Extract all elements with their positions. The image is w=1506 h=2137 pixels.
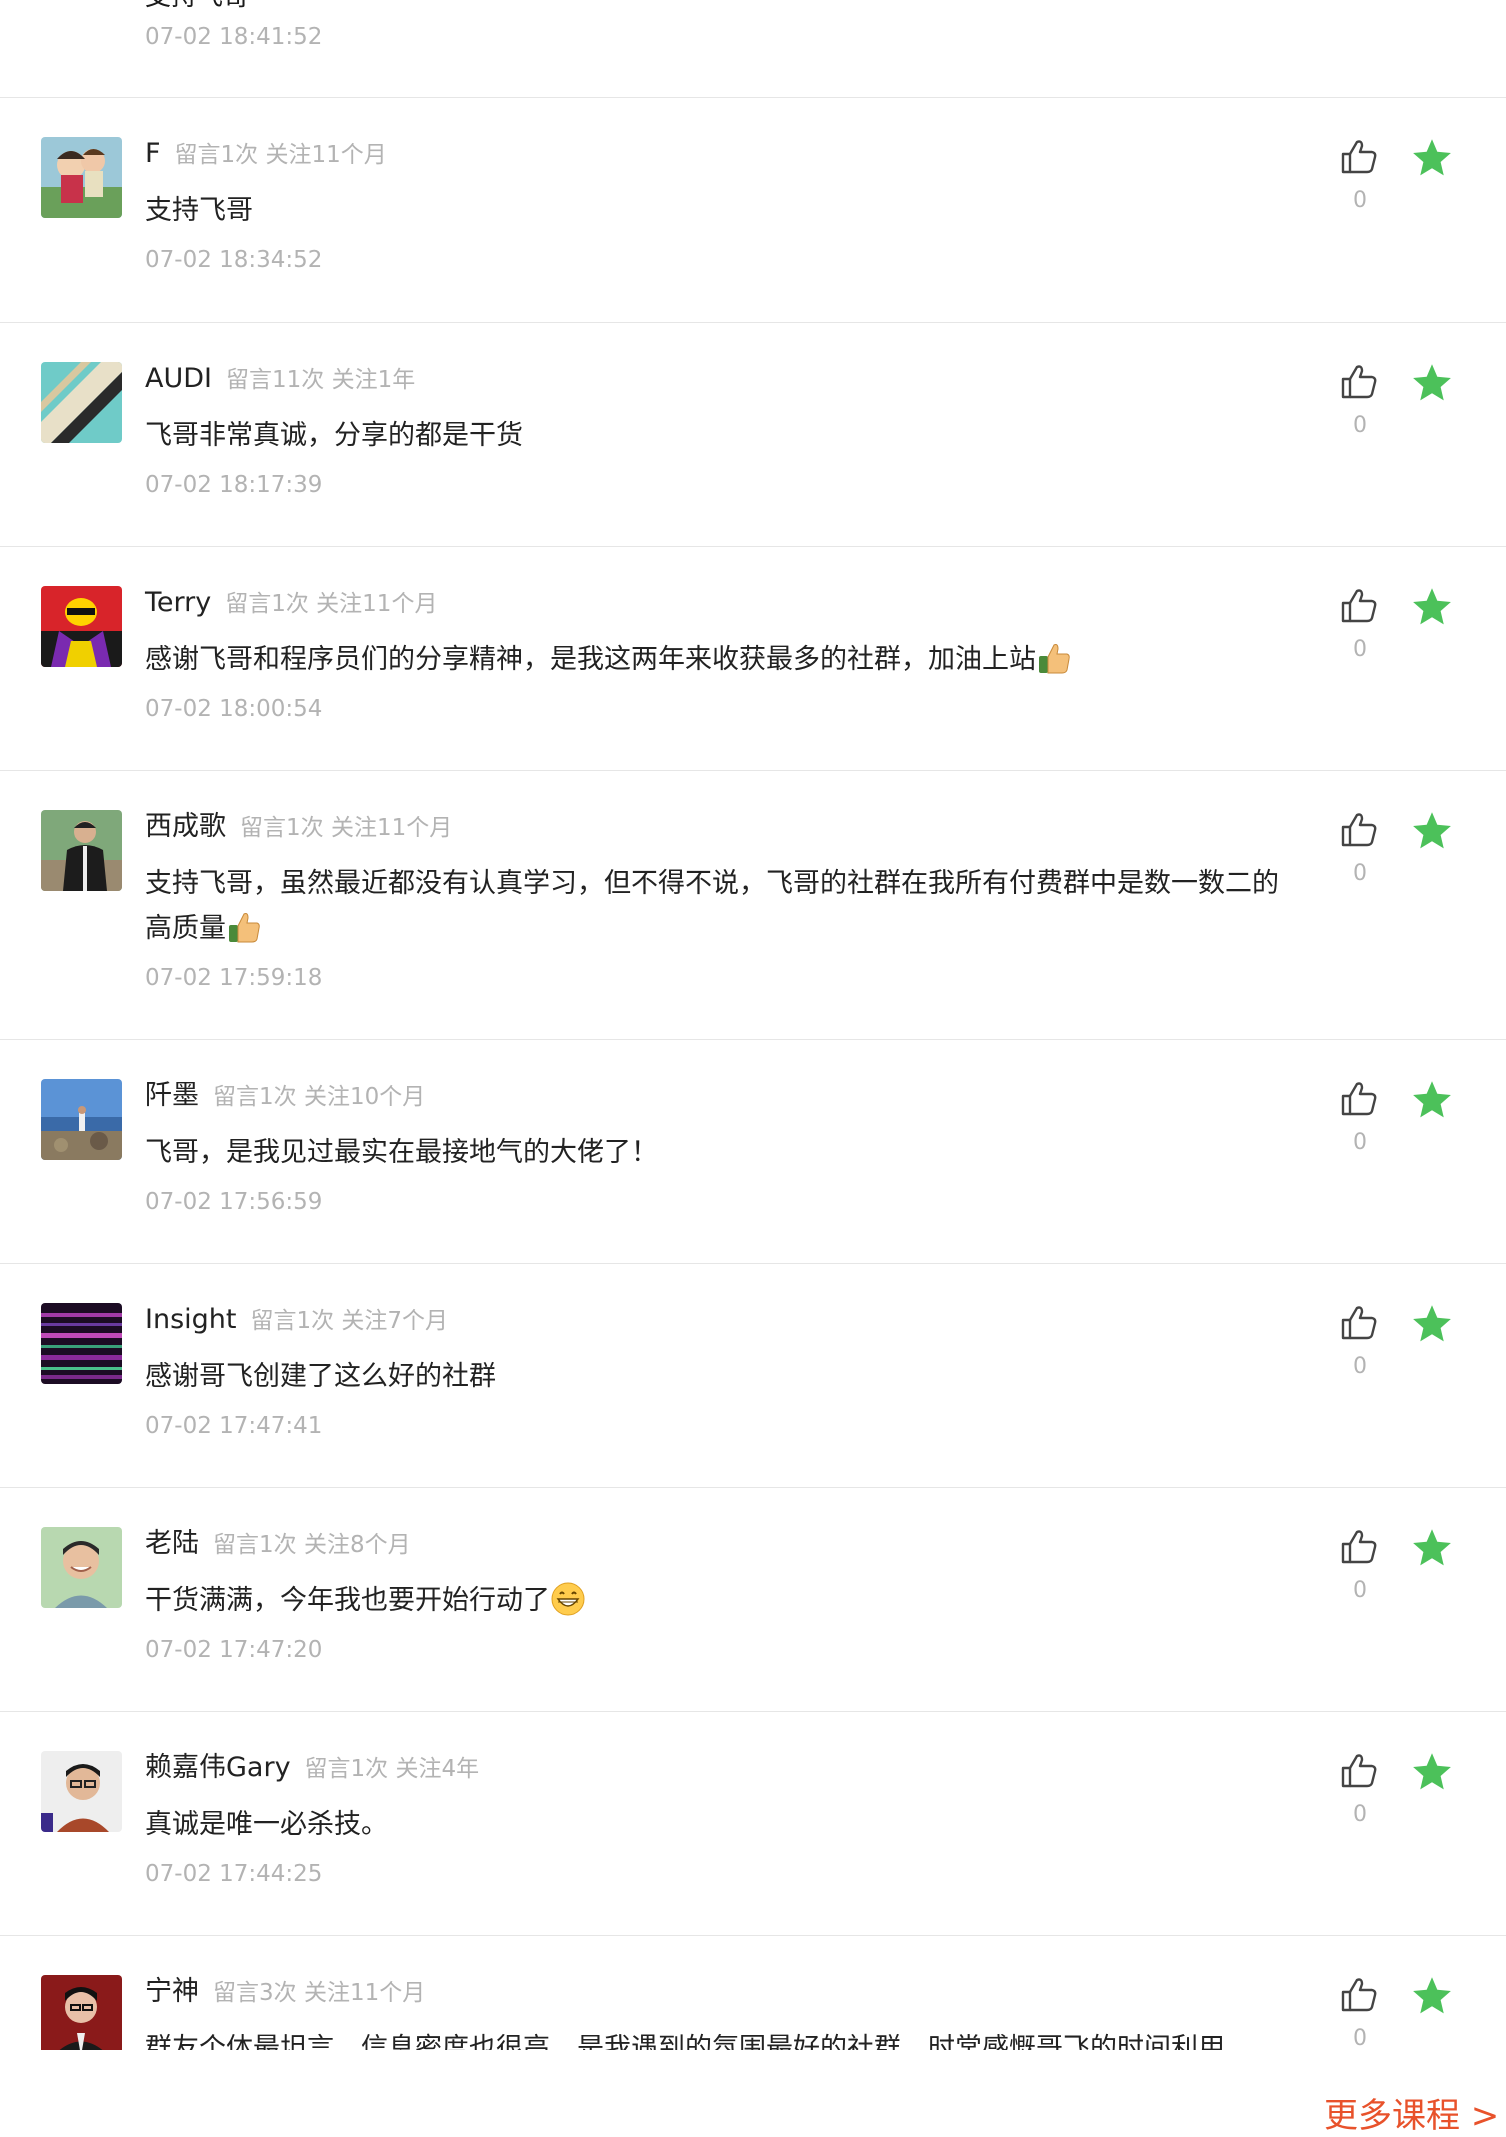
comment-item: Terry 留言1次 关注11个月 感谢飞哥和程序员们的分享精神，是我这两年来收获… (0, 547, 1506, 771)
comment-time: 07-02 17:56:59 (145, 1189, 323, 1215)
author-meta: 留言1次 关注8个月 (213, 1532, 411, 1558)
star-icon[interactable] (1410, 361, 1454, 405)
author-meta: 留言11次 关注1年 (226, 367, 416, 393)
star-icon[interactable] (1410, 1078, 1454, 1122)
comment-time: 07-02 17:44:25 (145, 1861, 323, 1887)
author-meta: 留言1次 关注11个月 (240, 815, 453, 841)
author-meta: 留言3次 关注11个月 (213, 1980, 426, 2006)
comment-item: F 留言1次 关注11个月 支持飞哥 07-02 18:34:52 0 (0, 98, 1506, 322)
like-count: 0 (1353, 637, 1367, 662)
author-row: AUDI 留言11次 关注1年 (145, 361, 415, 397)
comment-item: 宁神 留言3次 关注11个月 群友个体最坦言，信息密度也很高，是我遇到的氛围最好的… (0, 1936, 1506, 2050)
author-row: 赖嘉伟Gary 留言1次 关注4年 (145, 1750, 479, 1786)
thumbs-up-emoji-icon (229, 913, 260, 943)
thumbs-up-emoji-icon (1039, 644, 1070, 674)
author-meta: 留言1次 关注11个月 (174, 142, 387, 168)
like-count: 0 (1353, 861, 1367, 886)
like-count: 0 (1353, 1802, 1367, 1827)
comment-time: 07-02 18:34:52 (145, 247, 323, 273)
like-count: 0 (1353, 1130, 1367, 1155)
thumbs-up-icon[interactable] (1338, 1078, 1380, 1120)
thumbs-up-icon[interactable] (1338, 585, 1380, 627)
star-icon[interactable] (1410, 585, 1454, 629)
comment-time: 07-02 17:47:41 (145, 1413, 323, 1439)
star-icon[interactable] (1410, 1750, 1454, 1794)
comment-text: 群友个体最坦言，信息密度也很高，是我遇到的氛围最好的社群，时常感慨哥飞的时间利用 (145, 2033, 1225, 2050)
comment-text: 飞哥非常真诚，分享的都是干货 (145, 420, 523, 451)
comment-item-partial: 支持飞哥 07-02 18:41:52 (0, 0, 1506, 97)
author-meta: 留言1次 关注4年 (304, 1756, 480, 1782)
avatar[interactable] (41, 362, 122, 443)
thumbs-up-icon[interactable] (1338, 1750, 1380, 1792)
comment-time: 07-02 17:47:20 (145, 1637, 323, 1663)
star-icon[interactable] (1410, 1526, 1454, 1570)
author-name[interactable]: 西成歌 (145, 811, 226, 842)
comment-time: 07-02 18:00:54 (145, 696, 323, 722)
avatar[interactable] (41, 137, 122, 218)
star-icon[interactable] (1410, 1302, 1454, 1346)
comment-time: 07-02 18:41:52 (145, 24, 323, 50)
author-row: F 留言1次 关注11个月 (145, 136, 387, 172)
comment-text: 飞哥，是我见过最实在最接地气的大佬了！ (145, 1137, 658, 1168)
author-meta: 留言1次 关注7个月 (250, 1308, 449, 1334)
avatar[interactable] (41, 810, 122, 891)
comment-item: Insight 留言1次 关注7个月 感谢哥飞创建了这么好的社群 07-02 17… (0, 1264, 1506, 1488)
thumbs-up-icon[interactable] (1338, 361, 1380, 403)
like-count: 0 (1353, 413, 1367, 438)
thumbs-up-icon[interactable] (1338, 1302, 1380, 1344)
comment-text: 支持飞哥 (145, 195, 253, 226)
author-name[interactable]: F (145, 138, 161, 169)
author-name[interactable]: Terry (145, 587, 211, 618)
thumbs-up-icon[interactable] (1338, 1974, 1380, 2016)
avatar[interactable] (41, 1751, 122, 1832)
author-row: Terry 留言1次 关注11个月 (145, 585, 437, 621)
comment-text: 支持飞哥 (145, 0, 249, 13)
author-name[interactable]: 老陆 (145, 1528, 199, 1559)
thumbs-up-icon[interactable] (1338, 1526, 1380, 1568)
like-count: 0 (1353, 1578, 1367, 1603)
comment-item: 阡墨 留言1次 关注10个月 飞哥，是我见过最实在最接地气的大佬了！ 07-02 … (0, 1040, 1506, 1264)
author-row: 老陆 留言1次 关注8个月 (145, 1526, 411, 1562)
author-meta: 留言1次 关注11个月 (225, 591, 438, 617)
grinning-face-emoji-icon (551, 1582, 585, 1616)
author-meta: 留言1次 关注10个月 (213, 1084, 426, 1110)
comment-text: 干货满满，今年我也要开始行动了 (145, 1578, 1305, 1623)
comment-text: 真诚是唯一必杀技。 (145, 1809, 388, 1840)
author-name[interactable]: 阡墨 (145, 1080, 199, 1111)
comment-item: AUDI 留言11次 关注1年 飞哥非常真诚，分享的都是干货 07-02 18:1… (0, 323, 1506, 547)
avatar[interactable] (41, 1975, 122, 2050)
like-count: 0 (1353, 2026, 1367, 2050)
comment-item: 赖嘉伟Gary 留言1次 关注4年 真诚是唯一必杀技。 07-02 17:44:2… (0, 1712, 1506, 1936)
comment-item: 老陆 留言1次 关注8个月 干货满满，今年我也要开始行动了 07-02 17:47… (0, 1488, 1506, 1712)
author-name[interactable]: Insight (145, 1304, 236, 1335)
more-courses-link[interactable]: 更多课程 > (1324, 2088, 1499, 2137)
author-row: 西成歌 留言1次 关注11个月 (145, 809, 452, 845)
comment-text: 感谢飞哥和程序员们的分享精神，是我这两年来收获最多的社群，加油上站 (145, 637, 1305, 682)
avatar[interactable] (41, 586, 122, 667)
star-icon[interactable] (1410, 136, 1454, 180)
avatar[interactable] (41, 1527, 122, 1608)
star-icon[interactable] (1410, 809, 1454, 853)
comment-time: 07-02 18:17:39 (145, 472, 323, 498)
avatar[interactable] (41, 1079, 122, 1160)
avatar[interactable] (41, 1303, 122, 1384)
comment-list: 支持飞哥 07-02 18:41:52 F 留言1次 关注11个月 支持飞哥 07… (0, 0, 1506, 2050)
author-row: 宁神 留言3次 关注11个月 (145, 1974, 425, 2010)
author-row: Insight 留言1次 关注7个月 (145, 1302, 448, 1338)
like-count: 0 (1353, 1354, 1367, 1379)
star-icon[interactable] (1410, 1974, 1454, 2018)
comment-item: 西成歌 留言1次 关注11个月 支持飞哥，虽然最近都没有认真学习，但不得不说，飞哥… (0, 771, 1506, 1040)
like-count: 0 (1353, 188, 1367, 213)
thumbs-up-icon[interactable] (1338, 809, 1380, 851)
comment-text: 感谢哥飞创建了这么好的社群 (145, 1361, 496, 1392)
author-name[interactable]: 赖嘉伟Gary (145, 1752, 291, 1783)
comment-time: 07-02 17:59:18 (145, 965, 323, 991)
author-name[interactable]: 宁神 (145, 1976, 199, 2007)
author-name[interactable]: AUDI (145, 363, 212, 394)
thumbs-up-icon[interactable] (1338, 136, 1380, 178)
comment-text: 支持飞哥，虽然最近都没有认真学习，但不得不说，飞哥的社群在我所有付费群中是数一数… (145, 868, 1279, 944)
author-row: 阡墨 留言1次 关注10个月 (145, 1078, 425, 1114)
